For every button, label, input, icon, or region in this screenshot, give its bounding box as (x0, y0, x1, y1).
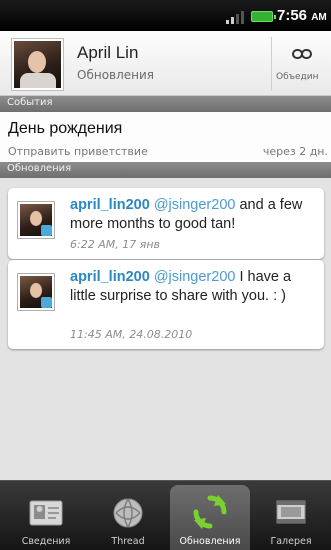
twitter-icon (41, 297, 52, 308)
contact-name: April Lin (77, 43, 139, 62)
tab-details[interactable]: Сведения (6, 485, 86, 550)
tab-label: Галерея (270, 536, 312, 547)
tab-label: Обновления (179, 536, 241, 547)
update-mention[interactable]: @jsinger200 (154, 269, 236, 285)
link-icon (292, 49, 312, 59)
birthday-event[interactable]: День рождения Отправить приветствие чере… (0, 112, 331, 162)
gallery-icon (276, 500, 306, 524)
update-text: april_lin200 @jsinger200 and a few more … (70, 196, 316, 234)
update-mention[interactable]: @jsinger200 (154, 197, 236, 213)
update-time: 11:45 AM, 24.08.2010 (70, 328, 193, 341)
status-bar: 7:56 AM (0, 0, 331, 31)
update-user[interactable]: april_lin200 (70, 269, 150, 285)
update-time: 6:22 AM, 17 янв (70, 238, 160, 251)
updates-list: april_lin200 @jsinger200 and a few more … (0, 178, 331, 480)
tab-label: Thread (111, 536, 145, 547)
refresh-icon (193, 495, 227, 529)
clock-ampm: AM (311, 12, 327, 23)
contact-header: April Lin Обновления Объедин (0, 31, 331, 96)
link-button[interactable]: Объедин (272, 31, 331, 95)
events-section-title: События (7, 97, 53, 108)
contact-subtitle: Обновления (77, 68, 155, 82)
clock: 7:56 AM (277, 7, 327, 24)
twitter-icon (41, 225, 52, 236)
tab-gallery[interactable]: Галерея (251, 485, 331, 550)
tab-thread[interactable]: Thread (88, 485, 168, 550)
link-label: Объедин (276, 72, 319, 82)
updates-section-header: Обновления (0, 162, 331, 178)
signal-icon (226, 10, 248, 24)
events-section-header: События (0, 96, 331, 112)
event-when: через 2 дн. (262, 145, 328, 158)
contact-card-icon (29, 500, 63, 526)
thread-icon (113, 498, 143, 528)
list-item[interactable]: april_lin200 @jsinger200 and a few more … (8, 188, 324, 259)
avatar (18, 202, 54, 238)
tab-label: Сведения (21, 536, 71, 547)
avatar (18, 274, 54, 310)
event-title: День рождения (8, 120, 123, 137)
updates-section-title: Обновления (7, 163, 72, 174)
list-item[interactable]: april_lin200 @jsinger200 I have a little… (8, 260, 324, 349)
battery-icon (251, 11, 276, 22)
update-text: april_lin200 @jsinger200 I have a little… (70, 268, 316, 306)
clock-time: 7:56 (277, 7, 308, 24)
bottom-tab-bar: Сведения Thread Обновления Галерея (0, 480, 331, 550)
avatar[interactable] (12, 39, 63, 90)
update-user[interactable]: april_lin200 (70, 197, 150, 213)
send-greeting-link[interactable]: Отправить приветствие (8, 145, 148, 158)
tab-updates[interactable]: Обновления (170, 485, 250, 550)
